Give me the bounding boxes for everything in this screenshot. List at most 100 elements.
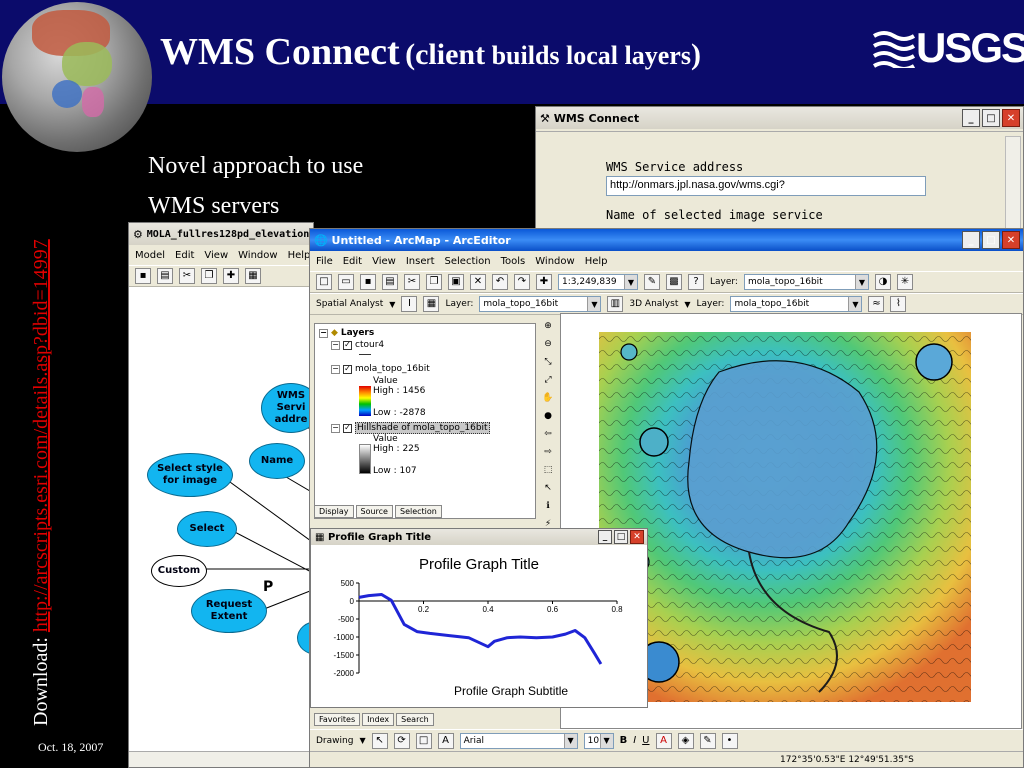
copy-icon[interactable]: ❐ [426,274,442,290]
wms-address-node[interactable]: WMS Servi addre [261,383,313,433]
pan-icon[interactable]: ✋ [541,391,555,405]
zoom-out-icon[interactable]: ⊖ [541,337,555,351]
toc-layers-root[interactable]: − ◆ Layers [319,328,374,338]
menu-window[interactable]: Window [238,250,277,261]
rectangle-icon[interactable]: □ [415,732,432,749]
font-color-icon[interactable]: A [655,732,672,749]
collapse-icon[interactable]: − [331,423,340,433]
open-icon[interactable]: ▭ [338,274,354,290]
identify-icon[interactable]: ℹ [541,499,555,513]
font-name-combo[interactable]: Arial ▼ [459,732,578,749]
profile-maximize-button[interactable]: □ [614,530,628,544]
profile-close-button[interactable]: ✕ [630,530,644,544]
wms-address-input[interactable]: http://onmars.jpl.nasa.gov/wms.cgi? [606,176,926,196]
profile-minimize-button[interactable]: _ [598,530,612,544]
spatial-analyst-menu[interactable]: Spatial Analyst [316,299,383,309]
collapse-icon[interactable]: − [331,340,340,350]
drawing-menu[interactable]: Drawing [316,736,353,746]
arcmap-maximize-button[interactable]: □ [982,231,1000,249]
contour-icon[interactable]: ≈ [868,296,885,312]
layer-combo[interactable]: mola_topo_16bit ▼ [743,274,869,290]
menu-view[interactable]: View [372,256,396,267]
menu-help[interactable]: Help [288,250,311,261]
pointer-icon[interactable]: ↖ [541,481,555,495]
menu-insert[interactable]: Insert [406,256,435,267]
scale-combo[interactable]: 1:3,249,839 ▼ [558,274,638,290]
layer-checkbox[interactable]: ✓ [343,423,352,433]
menu-window[interactable]: Window [535,256,574,267]
arcmap-titlebar[interactable]: 🌐 Untitled - ArcMap - ArcEditor _ □ ✕ [310,229,1023,251]
select-features-icon[interactable]: ⬚ [541,463,555,477]
tab-source[interactable]: Source [355,505,393,518]
print-icon[interactable]: ▤ [382,274,398,290]
menu-selection[interactable]: Selection [445,256,491,267]
wms-titlebar[interactable]: ⚒ WMS Connect _ □ ✕ [536,107,1023,129]
contrast-icon[interactable]: ◑ [874,274,891,290]
print-icon[interactable]: ▤ [157,268,173,284]
menu-help[interactable]: Help [585,256,608,267]
toc-layer-hillshade[interactable]: − ✓ Hillshade of mola_topo_16bit [331,422,490,434]
collapse-icon[interactable]: − [319,328,328,338]
full-extent-icon[interactable]: ● [541,409,555,423]
profile-titlebar[interactable]: ▦ Profile Graph Title _ □ ✕ [311,529,647,545]
wms-vertical-scrollbar[interactable] [1005,136,1021,235]
select-elements-icon[interactable]: ↖ [371,732,388,749]
editor-icon[interactable]: ✎ [644,274,660,290]
delete-icon[interactable]: ✕ [470,274,486,290]
maximize-button[interactable]: □ [982,109,1000,127]
raster-icon[interactable]: Ⅰ [401,296,418,312]
cut-icon[interactable]: ✂ [179,268,195,284]
tab-selection[interactable]: Selection [394,505,442,518]
grid-icon[interactable]: ▦ [245,268,261,284]
tab-display[interactable]: Display [314,505,354,518]
zoom-in-icon[interactable]: ⊕ [541,319,555,333]
menu-tools[interactable]: Tools [501,256,526,267]
fill-color-icon[interactable]: ◈ [677,732,694,749]
save-icon[interactable]: ▪ [360,274,376,290]
arcmap-minimize-button[interactable]: _ [962,231,980,249]
tab-search[interactable]: Search [396,713,434,726]
menu-edit[interactable]: Edit [343,256,362,267]
paste-icon[interactable]: ▣ [448,274,464,290]
custom-node[interactable]: Custom [151,555,207,587]
layer-checkbox[interactable]: ✓ [343,364,352,374]
help-icon[interactable]: ? [688,274,704,290]
tab-index[interactable]: Index [362,713,395,726]
text-icon[interactable]: A [437,732,454,749]
add-data-icon[interactable]: ✚ [223,268,239,284]
rotate-icon[interactable]: ⟳ [393,732,410,749]
brightness-icon[interactable]: ✳ [896,274,913,290]
tab-favorites[interactable]: Favorites [314,713,361,726]
new-icon[interactable]: □ [316,274,332,290]
redo-icon[interactable]: ↷ [514,274,530,290]
add-data-icon[interactable]: ✚ [536,274,552,290]
menu-edit[interactable]: Edit [175,250,194,261]
cut-icon[interactable]: ✂ [404,274,420,290]
minimize-button[interactable]: _ [962,109,980,127]
close-button[interactable]: ✕ [1002,109,1020,127]
marker-color-icon[interactable]: • [721,732,738,749]
3d-layer-combo[interactable]: mola_topo_16bit ▼ [730,296,863,312]
3d-analyst-menu[interactable]: 3D Analyst [629,299,678,309]
undo-icon[interactable]: ↶ [492,274,508,290]
italic-button[interactable]: I [633,735,636,746]
sa-layer-combo[interactable]: mola_topo_16bit ▼ [479,296,602,312]
select-node[interactable]: Select [177,511,237,547]
profile-icon[interactable]: ⌇ [890,296,907,312]
request-extent-node[interactable]: Request Extent [191,589,267,633]
menu-view[interactable]: View [204,250,228,261]
arcmap-close-button[interactable]: ✕ [1002,231,1020,249]
calculator-icon[interactable]: ▦ [423,296,440,312]
fixed-zoom-out-icon[interactable]: ⤢ [541,373,555,387]
copy-icon[interactable]: ❐ [201,268,217,284]
mola-titlebar[interactable]: ⚙ MOLA_fullres128pd_elevation [129,223,313,245]
layer-checkbox[interactable]: ✓ [343,340,352,350]
line-color-icon[interactable]: ✎ [699,732,716,749]
histogram-icon[interactable]: ▥ [607,296,624,312]
download-link[interactable]: http://arcscripts.esri.com/details.asp?d… [30,239,52,632]
back-icon[interactable]: ⇦ [541,427,555,441]
select-style-node[interactable]: Select style for image [147,453,233,497]
save-icon[interactable]: ▪ [135,268,151,284]
menu-model[interactable]: Model [135,250,165,261]
underline-button[interactable]: U [642,735,649,746]
